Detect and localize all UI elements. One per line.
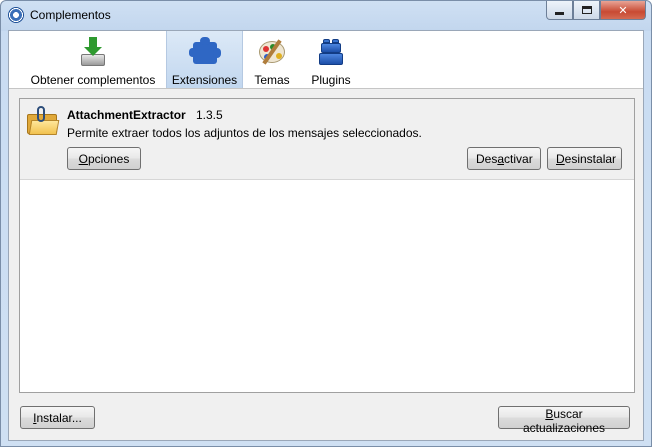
download-icon <box>77 36 109 68</box>
close-button[interactable]: ✕ <box>600 1 646 20</box>
extension-version: 1.3.5 <box>196 108 223 122</box>
extensions-list[interactable]: AttachmentExtractor 1.3.5 Permite extrae… <box>19 98 635 393</box>
addons-client-area: Obtener complementos Extensiones Temas P… <box>8 30 644 441</box>
minimize-icon <box>555 11 564 15</box>
footer-bar: Instalar... Buscar actualizaciones <box>9 395 643 440</box>
palette-icon <box>256 36 288 68</box>
tab-get-addons[interactable]: Obtener complementos <box>21 31 165 88</box>
plugin-blocks-icon <box>315 36 347 68</box>
close-icon: ✕ <box>618 4 628 17</box>
folder-paperclip-icon <box>27 106 60 136</box>
check-updates-button[interactable]: Buscar actualizaciones <box>498 406 630 435</box>
extension-description: Permite extraer todos los adjuntos de lo… <box>67 126 422 140</box>
puzzle-icon <box>188 36 221 68</box>
thunderbird-app-icon[interactable] <box>8 7 24 23</box>
minimize-button[interactable] <box>546 1 573 20</box>
window-controls: ✕ <box>546 1 646 21</box>
options-button[interactable]: Opciones <box>67 147 141 170</box>
tab-extensions[interactable]: Extensiones <box>166 31 243 88</box>
tab-label: Temas <box>254 73 290 87</box>
disable-button[interactable]: Desactivar <box>467 147 541 170</box>
tab-label: Obtener complementos <box>30 73 156 87</box>
tab-label: Extensiones <box>171 73 238 87</box>
tab-themes[interactable]: Temas <box>245 31 299 88</box>
maximize-icon <box>581 6 592 14</box>
uninstall-button[interactable]: Desinstalar <box>547 147 622 170</box>
tab-label: Plugins <box>311 73 351 87</box>
extension-name: AttachmentExtractor <box>67 108 186 122</box>
title-bar[interactable]: Complementos ✕ <box>1 1 651 29</box>
install-button[interactable]: Instalar... <box>20 406 95 429</box>
window-title: Complementos <box>30 8 111 22</box>
list-item-extension[interactable]: AttachmentExtractor 1.3.5 Permite extrae… <box>20 99 634 180</box>
addons-toolbar: Obtener complementos Extensiones Temas P… <box>9 31 643 89</box>
tab-plugins[interactable]: Plugins <box>301 31 361 88</box>
addons-window: Complementos ✕ Obtener complementos Exte… <box>0 0 652 447</box>
maximize-button[interactable] <box>573 1 600 20</box>
